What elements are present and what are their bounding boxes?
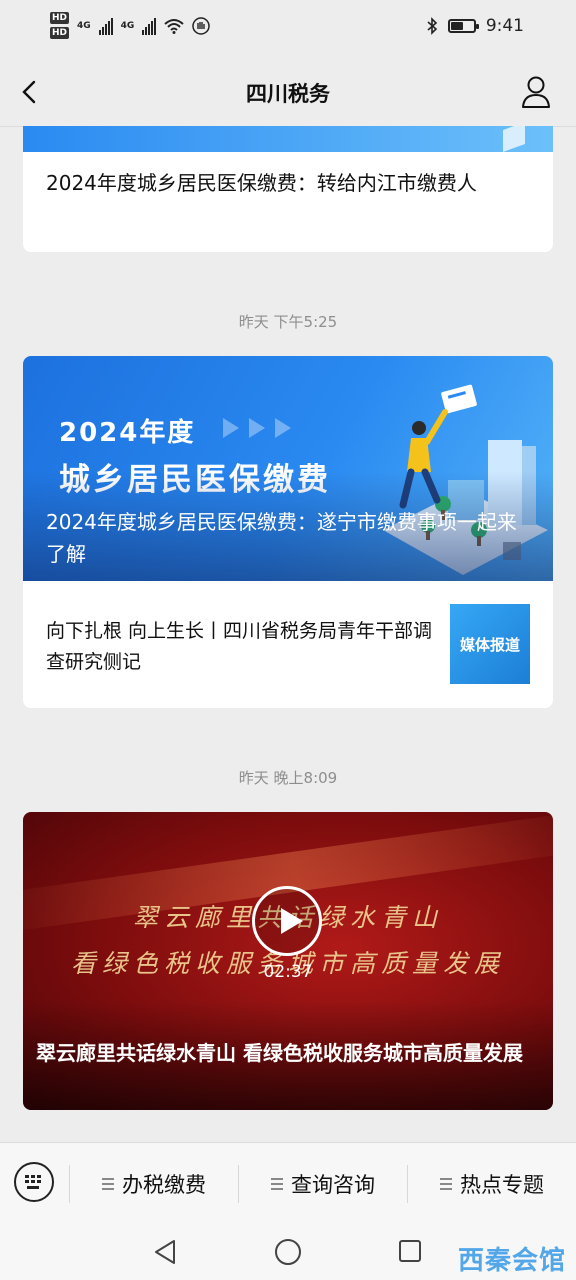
status-bar: HD HD 4G 4G 9:41 [0, 0, 576, 60]
menu-list-icon [271, 1178, 283, 1190]
menu-item-label: 热点专题 [460, 1173, 544, 1197]
signal-icon [98, 17, 113, 35]
video-card[interactable]: 翠云廊里共话绿水青山 看绿色税收服务城市高质量发展 02:37 翠云廊里共话绿水… [23, 812, 553, 1110]
clock: 9:41 [485, 16, 524, 36]
hd-badge: HD [50, 27, 70, 39]
system-recents-icon[interactable] [398, 1239, 422, 1263]
bottom-menu: 办税缴费 查询咨询 热点专题 [0, 1142, 576, 1225]
bluetooth-icon [427, 17, 437, 35]
system-home-icon[interactable] [274, 1238, 302, 1266]
banner-headline: 2024年度 [59, 418, 196, 448]
hd-badge: HD [50, 12, 70, 24]
play-icon[interactable] [252, 886, 322, 956]
nav-bar: 四川税务 [0, 60, 576, 127]
network-type: 4G [77, 20, 91, 31]
keyboard-icon[interactable] [14, 1162, 54, 1202]
article-banner: 2024年度 城乡居民医保缴费 2024年度城乡居民医保缴费：遂宁市缴费事项一起… [23, 356, 553, 581]
video-thumbnail: 翠云廊里共话绿水青山 看绿色税收服务城市高质量发展 02:37 翠云廊里共话绿水… [23, 812, 553, 1110]
menu-item-tax-payment[interactable]: 办税缴费 [70, 1143, 238, 1225]
menu-item-label: 办税缴费 [122, 1173, 206, 1197]
banner-arrow-deco [223, 418, 291, 438]
network-type: 4G [120, 20, 135, 31]
article-title: 2024年度城乡居民医保缴费：转给内江市缴费人 [46, 171, 477, 195]
status-right: 9:41 [426, 16, 524, 36]
video-title: 翠云廊里共话绿水青山 看绿色税收服务城市高质量发展 [36, 1041, 523, 1065]
watermark-logo: 西秦会馆 [457, 1246, 566, 1276]
article-card[interactable]: 2024年度 城乡居民医保缴费 2024年度城乡居民医保缴费：遂宁市缴费事项一起… [23, 356, 553, 708]
menu-item-label: 查询咨询 [291, 1173, 375, 1197]
article-title: 2024年度城乡居民医保缴费：遂宁市缴费事项一起来了解 [46, 510, 517, 566]
status-left: HD HD 4G 4G [50, 12, 211, 39]
signal-icon [142, 17, 157, 35]
menu-list-icon [440, 1178, 452, 1190]
hand-icon [192, 16, 211, 35]
system-back-icon[interactable] [152, 1238, 178, 1266]
menu-item-inquiry[interactable]: 查询咨询 [239, 1143, 407, 1225]
sub-article-thumbnail: 媒体报道 [450, 604, 530, 684]
thumbnail-label: 媒体报道 [459, 635, 520, 654]
page-title: 四川税务 [246, 82, 330, 106]
wifi-icon [164, 18, 184, 34]
menu-item-hot-topics[interactable]: 热点专题 [408, 1143, 576, 1225]
profile-icon[interactable] [520, 74, 552, 110]
video-duration: 02:37 [263, 962, 313, 982]
menu-list-icon [102, 1178, 114, 1190]
battery-icon [447, 19, 479, 33]
article-card[interactable]: 2024年度城乡居民医保缴费：转给内江市缴费人 [23, 126, 553, 252]
article-banner-partial [23, 126, 553, 153]
timestamp: 昨天 下午5:25 [238, 313, 338, 331]
sub-article-row[interactable]: 向下扎根 向上生长丨四川省税务局青年干部调查研究侧记 媒体报道 [23, 581, 553, 708]
timestamp: 昨天 晚上8:09 [238, 769, 338, 787]
sub-article-title: 向下扎根 向上生长丨四川省税务局青年干部调查研究侧记 [46, 620, 433, 673]
